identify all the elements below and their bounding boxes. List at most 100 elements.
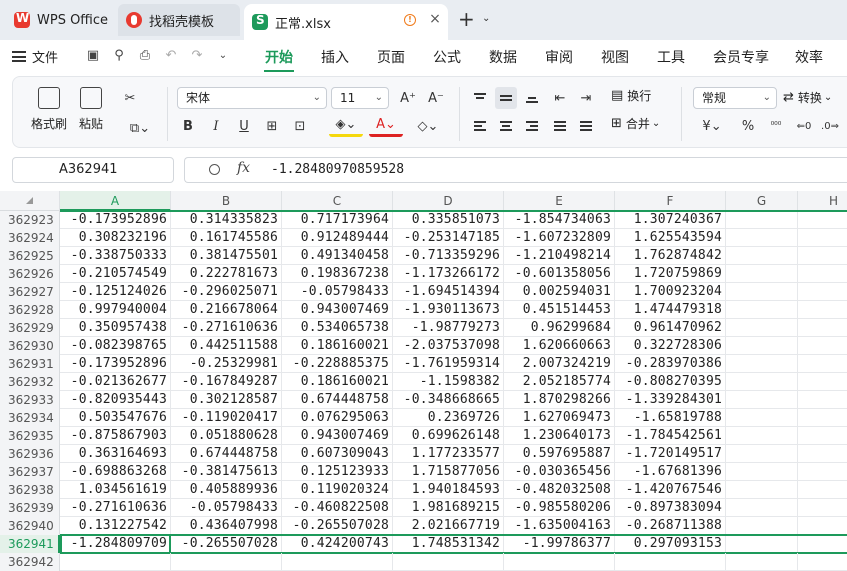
close-icon[interactable]: × [428,12,442,26]
row-header[interactable]: 362928 [0,301,60,319]
cell-d[interactable]: 0.2369726 [393,409,504,427]
cell-e[interactable]: 0.96299684 [504,319,615,337]
cell-d[interactable]: -1.1598382 [393,373,504,391]
cell-f[interactable]: -0.268711388 [615,517,726,535]
cell-g[interactable] [726,373,798,391]
column-header-b[interactable]: B [171,191,282,211]
cell-g[interactable] [726,229,798,247]
fill-color-icon[interactable]: ◈⌄ [329,115,363,137]
tab-data[interactable]: 数据 [489,47,517,67]
cell-h[interactable] [798,409,847,427]
cell-c[interactable]: 0.424200743 [282,535,393,553]
cell-c[interactable]: -0.05798433 [282,283,393,301]
tab-wps-office[interactable]: WPS Office [14,4,114,36]
cell-e[interactable]: 0.002594031 [504,283,615,301]
cell-g[interactable] [726,265,798,283]
row-header[interactable]: 362924 [0,229,60,247]
cell-c[interactable]: 0.943007469 [282,301,393,319]
thousands-separator-icon[interactable]: ⁰⁰⁰ [765,115,787,137]
row-header[interactable]: 362935 [0,427,60,445]
cell-d[interactable]: -1.98779273 [393,319,504,337]
cell-h[interactable] [798,499,847,517]
cell-h[interactable] [798,355,847,373]
font-name-select[interactable]: 宋体 ⌄ [177,87,327,109]
cell-b[interactable]: 0.161745586 [171,229,282,247]
cell-g[interactable] [726,247,798,265]
cell-b[interactable]: 0.674448758 [171,445,282,463]
cell-c[interactable]: -0.228885375 [282,355,393,373]
format-painter-button[interactable]: 格式刷 [31,87,67,132]
cell-d[interactable]: -1.930113673 [393,301,504,319]
cell-a[interactable]: 0.503547676 [60,409,171,427]
print-preview-icon[interactable]: ⎙ [136,46,154,64]
cell-g[interactable] [726,211,798,229]
tab-document[interactable]: 正常.xlsx ! × [244,4,448,40]
cell-b[interactable]: -0.381475613 [171,463,282,481]
name-box[interactable]: A362941 [12,157,174,183]
zoom-icon[interactable] [209,164,220,175]
cell-e[interactable]: 1.627069473 [504,409,615,427]
tab-home[interactable]: 开始 [265,47,293,67]
cell-e[interactable]: -1.99786377 [504,535,615,553]
cell-e[interactable]: -0.601358056 [504,265,615,283]
cell-e[interactable]: -0.030365456 [504,463,615,481]
cell-h[interactable] [798,481,847,499]
cell-d[interactable]: 0.699626148 [393,427,504,445]
cell-e[interactable]: -0.985580206 [504,499,615,517]
cell-f[interactable]: -0.897383094 [615,499,726,517]
align-bottom-icon[interactable] [521,87,543,109]
cell-f[interactable]: 1.307240367 [615,211,726,229]
cell-h[interactable] [798,445,847,463]
cell-b[interactable]: -0.271610636 [171,319,282,337]
font-size-select[interactable]: 11 ⌄ [331,87,389,109]
font-color-icon[interactable]: A⌄ [369,115,403,137]
redo-icon[interactable]: ↷ [188,46,206,64]
cell-c[interactable]: 0.607309043 [282,445,393,463]
cell-c[interactable]: -0.265507028 [282,517,393,535]
cell-d[interactable]: -2.037537098 [393,337,504,355]
cell-b[interactable]: -0.296025071 [171,283,282,301]
cell-a[interactable]: 0.350957438 [60,319,171,337]
cell-g[interactable] [726,463,798,481]
save-icon[interactable]: ▣ [84,46,102,64]
increase-indent-icon[interactable]: ⇥ [575,87,597,109]
cell-e[interactable]: 0.451514453 [504,301,615,319]
cell-g[interactable] [726,301,798,319]
fx-icon[interactable]: fx [237,160,250,176]
underline-icon[interactable]: U [233,115,255,137]
italic-icon[interactable]: I [205,115,227,137]
bold-icon[interactable]: B [177,115,199,137]
cell-b[interactable]: -0.25329981 [171,355,282,373]
cell-a[interactable] [60,553,171,571]
cell-f[interactable]: -1.339284301 [615,391,726,409]
cell-b[interactable]: 0.314335823 [171,211,282,229]
cell-b[interactable]: 0.405889936 [171,481,282,499]
cell-h[interactable] [798,211,847,229]
cell-f[interactable]: 1.720759869 [615,265,726,283]
cell-d[interactable]: -1.173266172 [393,265,504,283]
cell-g[interactable] [726,391,798,409]
tab-review[interactable]: 审阅 [545,47,573,67]
cell-h[interactable] [798,265,847,283]
row-header[interactable]: 362934 [0,409,60,427]
tab-formula[interactable]: 公式 [433,47,461,67]
cell-b[interactable]: 0.216678064 [171,301,282,319]
cell-a[interactable]: -0.271610636 [60,499,171,517]
cell-d[interactable]: -0.253147185 [393,229,504,247]
cell-d[interactable]: 1.715877056 [393,463,504,481]
cell-h[interactable] [798,427,847,445]
tab-insert[interactable]: 插入 [321,47,349,67]
cell-d[interactable]: 1.177233577 [393,445,504,463]
cell-b[interactable]: 0.302128587 [171,391,282,409]
cell-h[interactable] [798,391,847,409]
cell-g[interactable] [726,337,798,355]
cell-h[interactable] [798,337,847,355]
column-header-h[interactable]: H [798,191,847,211]
cell-a[interactable]: -0.021362677 [60,373,171,391]
cell-c[interactable]: 0.186160021 [282,373,393,391]
convert-button[interactable]: ⇄ 转换 ⌄ [783,89,832,106]
cell-h[interactable] [798,301,847,319]
cell-a[interactable]: 0.363164693 [60,445,171,463]
export-icon[interactable]: ⚲ [110,46,128,64]
cell-f[interactable]: -0.283970386 [615,355,726,373]
